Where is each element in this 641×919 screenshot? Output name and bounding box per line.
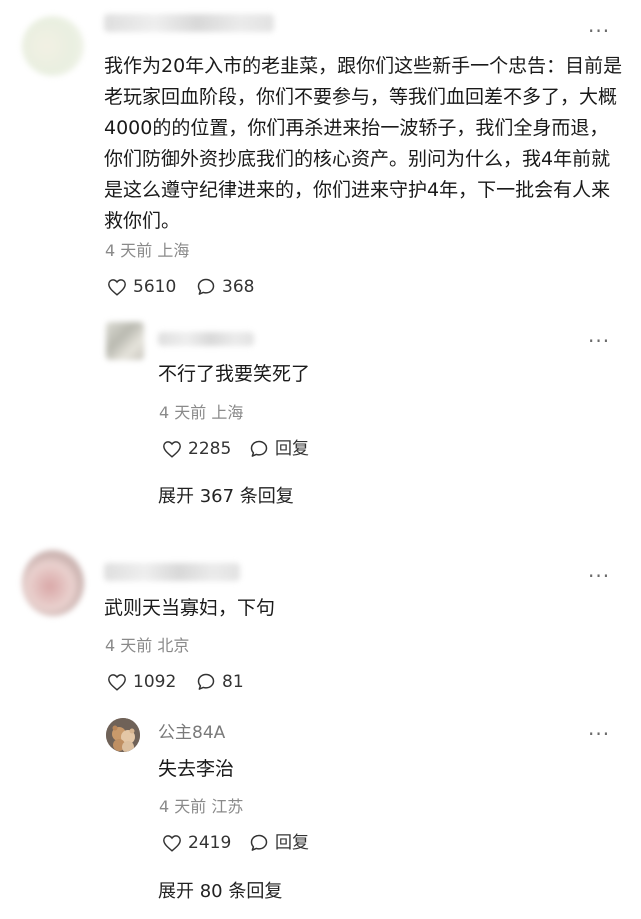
avatar[interactable] [106, 322, 144, 360]
speech-bubble-icon [250, 440, 268, 457]
reply-label: 回复 [275, 833, 309, 853]
reply-label: 回复 [275, 439, 309, 459]
heart-outline-icon [163, 441, 181, 458]
reply-button[interactable]: 回复 [249, 832, 309, 854]
like-button[interactable]: 2285 [162, 438, 231, 460]
like-button[interactable]: 5610 [107, 276, 176, 298]
like-button[interactable]: 1092 [107, 671, 176, 693]
teddy-bear-avatar-image [106, 718, 140, 752]
more-dots-icon[interactable]: ··· [588, 21, 610, 41]
more-dots-icon[interactable]: ··· [588, 331, 610, 351]
reply-count-button[interactable]: 81 [196, 671, 244, 693]
avatar[interactable] [22, 16, 84, 76]
username-blurred[interactable] [104, 14, 274, 32]
reply-count-button[interactable]: 368 [196, 276, 254, 298]
speech-bubble-icon [197, 673, 215, 690]
reply-count: 81 [222, 672, 244, 692]
speech-bubble-icon [197, 278, 215, 295]
expand-replies-link[interactable]: 展开 80 条回复 [158, 880, 282, 904]
heart-outline-icon [108, 674, 126, 691]
like-count: 2285 [188, 439, 232, 459]
reply-username[interactable]: 公主84A [158, 722, 225, 744]
more-dots-icon[interactable]: ··· [588, 724, 610, 744]
heart-outline-icon [108, 279, 126, 296]
reply-meta: 4 天前 江苏 [159, 797, 244, 816]
like-button[interactable]: 2419 [162, 832, 231, 854]
reply-meta: 4 天前 上海 [159, 403, 244, 422]
like-count: 2419 [188, 833, 232, 853]
username-blurred[interactable] [104, 563, 240, 581]
avatar[interactable] [106, 718, 140, 752]
username-blurred[interactable] [158, 332, 254, 346]
avatar[interactable] [22, 550, 84, 616]
more-dots-icon[interactable]: ··· [588, 566, 610, 586]
comment-meta: 4 天前 上海 [105, 241, 190, 260]
comment-meta: 4 天前 北京 [105, 636, 190, 655]
comment-text: 武则天当寡妇，下句 [104, 597, 276, 619]
like-count: 1092 [133, 672, 177, 692]
comment-text: 我作为20年入市的老韭菜，跟你们这些新手一个忠告：目前是老玩家回血阶段，你们不要… [104, 55, 623, 232]
reply-count: 368 [222, 277, 255, 297]
reply-text: 失去李治 [158, 758, 235, 780]
like-count: 5610 [133, 277, 177, 297]
speech-bubble-icon [250, 834, 268, 851]
reply-button[interactable]: 回复 [249, 438, 309, 460]
reply-text: 不行了我要笑死了 [158, 363, 311, 385]
expand-replies-link[interactable]: 展开 367 条回复 [158, 485, 294, 509]
heart-outline-icon [163, 835, 181, 852]
